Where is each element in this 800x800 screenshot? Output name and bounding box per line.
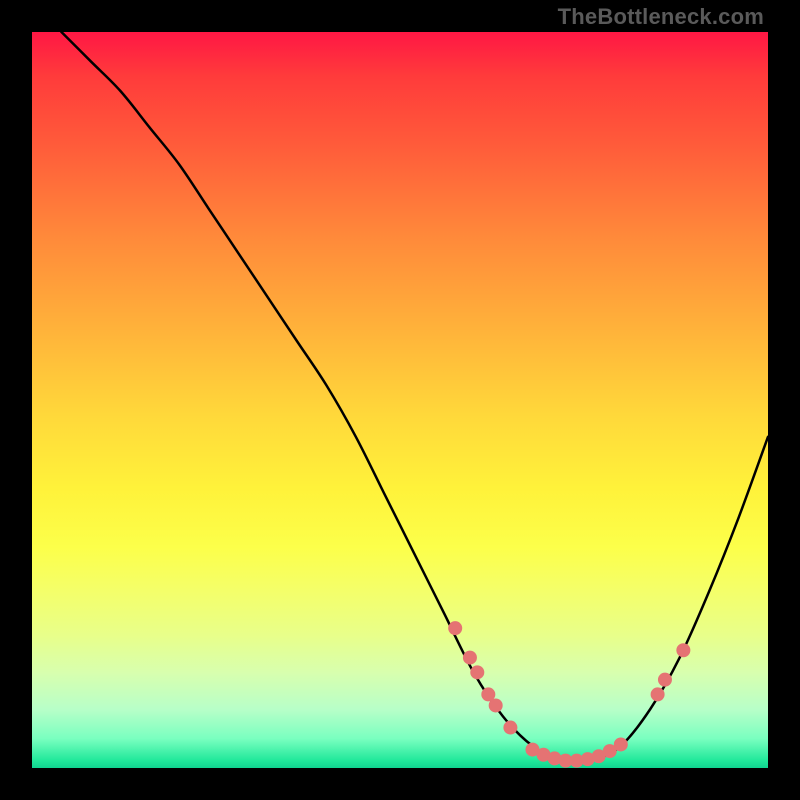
data-marker — [676, 643, 690, 657]
plot-area — [32, 32, 768, 768]
watermark-text: TheBottleneck.com — [558, 4, 764, 30]
data-marker — [614, 737, 628, 751]
data-marker — [448, 621, 462, 635]
curve-line — [61, 32, 768, 762]
data-marker — [503, 721, 517, 735]
data-marker — [489, 698, 503, 712]
data-marker — [651, 687, 665, 701]
data-marker — [658, 673, 672, 687]
chart-frame — [32, 32, 768, 768]
chart-svg — [32, 32, 768, 768]
data-marker — [470, 665, 484, 679]
data-marker — [463, 651, 477, 665]
